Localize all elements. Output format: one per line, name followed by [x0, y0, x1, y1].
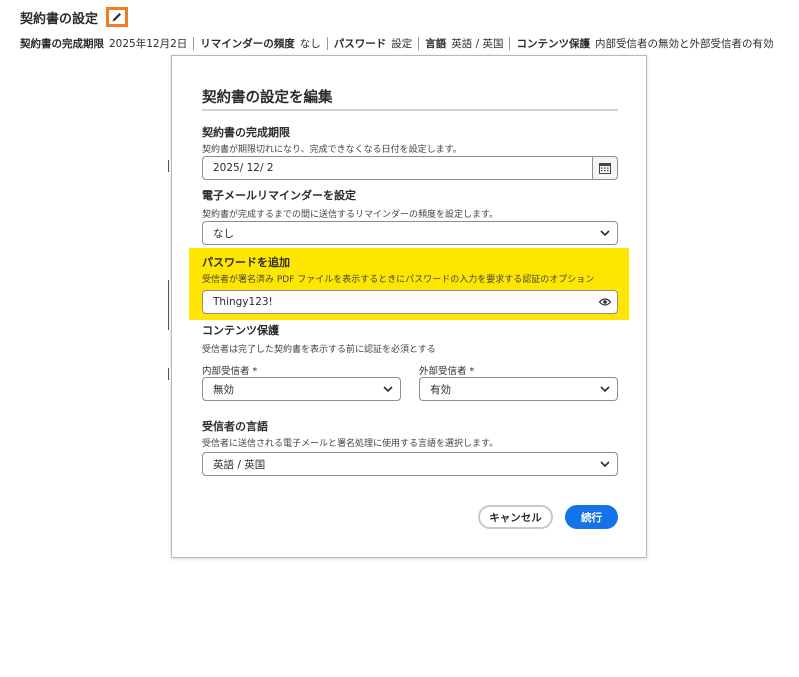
cancel-button[interactable]: キャンセル: [478, 505, 553, 529]
external-recipient-value: 有効: [430, 383, 451, 396]
summary-language-value: 英語 / 英国: [451, 37, 504, 50]
pencil-icon: [112, 13, 122, 22]
eye-icon[interactable]: [593, 291, 617, 313]
summary-deadline-value: 2025年12月2日: [109, 37, 188, 50]
password-label: パスワードを追加: [202, 256, 290, 269]
language-select[interactable]: 英語 / 英国: [202, 452, 618, 476]
calendar-icon: [599, 163, 611, 174]
deadline-label: 契約書の完成期限: [202, 126, 290, 139]
password-input[interactable]: Thingy123!: [202, 290, 618, 314]
chevron-down-icon: [593, 453, 617, 475]
summary-protection-label: コンテンツ保護: [516, 37, 590, 50]
summary-divider: [509, 36, 511, 50]
deadline-date-field[interactable]: 2025/ 12/ 2: [202, 156, 618, 180]
summary-divider: [193, 36, 195, 50]
deadline-date-value: 2025/ 12/ 2: [213, 162, 274, 174]
language-description: 受信者に送信される電子メールと署名処理に使用する言語を選択します。: [202, 439, 499, 449]
summary-divider: [418, 36, 420, 50]
chevron-down-icon: [593, 222, 617, 244]
internal-recipient-select[interactable]: 無効: [202, 377, 401, 401]
external-recipient-label: 外部受信者 *: [419, 366, 475, 377]
summary-password-label: パスワード: [333, 37, 387, 50]
protection-description: 受信者は完了した契約書を表示する前に認証を必須とする: [202, 345, 436, 355]
background-edge: [168, 160, 169, 172]
summary-password-value: 設定: [391, 37, 413, 50]
language-value: 英語 / 英国: [213, 458, 266, 471]
summary-reminder-label: リマインダーの頻度: [200, 37, 295, 50]
title-divider: [202, 109, 618, 111]
reminder-value: なし: [213, 227, 234, 240]
reminder-select[interactable]: なし: [202, 221, 618, 245]
page-title: 契約書の設定: [20, 11, 99, 27]
reminder-label: 電子メールリマインダーを設定: [202, 189, 356, 202]
language-label: 受信者の言語: [202, 420, 268, 433]
background-edge: [168, 368, 169, 380]
deadline-description: 契約書が期限切れになり、完成できなくなる日付を設定します。: [202, 145, 462, 155]
chevron-down-icon: [593, 378, 617, 400]
edit-settings-button[interactable]: [106, 7, 129, 27]
edit-settings-dialog: 契約書の設定を編集 契約書の完成期限 契約書が期限切れになり、完成できなくなる日…: [171, 55, 647, 558]
internal-recipient-label: 内部受信者 *: [202, 366, 258, 377]
internal-recipient-value: 無効: [213, 383, 234, 396]
summary-language-label: 言語: [425, 37, 447, 50]
reminder-description: 契約書が完成するまでの間に送信するリマインダーの頻度を設定します。: [202, 210, 499, 220]
password-description: 受信者が署名済み PDF ファイルを表示するときにパスワードの入力を要求する認証…: [202, 275, 595, 285]
summary-protection-value: 内部受信者の無効と外部受信者の有効: [594, 37, 774, 50]
calendar-button[interactable]: [592, 157, 617, 179]
dialog-title: 契約書の設定を編集: [202, 90, 333, 106]
password-value: Thingy123!: [213, 296, 273, 308]
external-recipient-select[interactable]: 有効: [419, 377, 618, 401]
chevron-down-icon: [376, 378, 400, 400]
summary-reminder-value: なし: [299, 37, 321, 50]
summary-divider: [326, 36, 328, 50]
protection-label: コンテンツ保護: [202, 324, 279, 337]
summary-deadline-label: 契約書の完成期限: [20, 37, 104, 50]
continue-button[interactable]: 続行: [565, 505, 618, 529]
agreement-settings-header: 契約書の設定 契約書の完成期限 2025年12月2日 リマインダーの頻度 なし …: [20, 6, 790, 51]
settings-summary: 契約書の完成期限 2025年12月2日 リマインダーの頻度 なし パスワード 設…: [20, 35, 790, 51]
background-edge: [168, 280, 169, 330]
